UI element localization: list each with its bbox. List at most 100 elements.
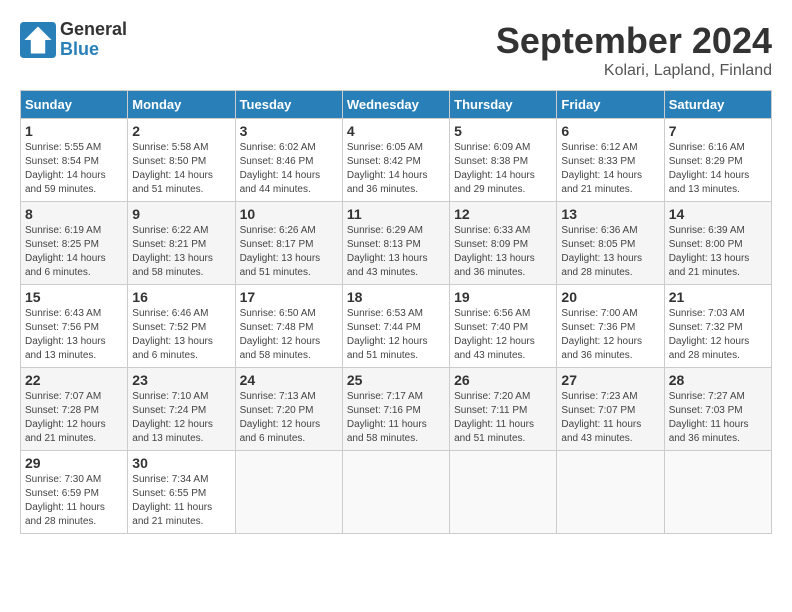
day-cell: 11Sunrise: 6:29 AMSunset: 8:13 PMDayligh…	[342, 202, 449, 285]
day-number: 12	[454, 206, 552, 222]
day-cell: 13 Sunrise: 6:36 AMSunset: 8:05 PMDayligh…	[557, 202, 664, 285]
day-info: Sunrise: 7:20 AMSunset: 7:11 PMDaylight:…	[454, 390, 552, 446]
day-cell: 29 Sunrise: 7:30 AMSunset: 6:59 PMDayligh…	[21, 451, 128, 534]
day-number: 30	[132, 455, 230, 471]
day-info: Sunrise: 6:26 AMSunset: 8:17 PMDaylight:…	[240, 224, 338, 280]
day-info: Sunrise: 6:56 AMSunset: 7:40 PMDaylight:…	[454, 307, 552, 363]
day-cell: 15 Sunrise: 6:43 AMSunset: 7:56 PMDayligh…	[21, 285, 128, 368]
calendar-header-row: SundayMondayTuesdayWednesdayThursdayFrid…	[21, 91, 772, 119]
day-number: 7	[669, 123, 767, 139]
day-cell: 16Sunrise: 6:46 AMSunset: 7:52 PMDayligh…	[128, 285, 235, 368]
day-of-week-header: Wednesday	[342, 91, 449, 119]
calendar-week-row: 1Sunrise: 5:55 AMSunset: 8:54 PMDaylight…	[21, 119, 772, 202]
day-number: 1	[25, 123, 123, 139]
day-cell: 3 Sunrise: 6:02 AMSunset: 8:46 PMDaylight…	[235, 119, 342, 202]
day-info: Sunrise: 6:53 AMSunset: 7:44 PMDaylight:…	[347, 307, 445, 363]
logo-icon	[20, 22, 56, 58]
day-info: Sunrise: 6:19 AMSunset: 8:25 PMDaylight:…	[25, 224, 123, 280]
calendar-week-row: 22 Sunrise: 7:07 AMSunset: 7:28 PMDayligh…	[21, 368, 772, 451]
day-info: Sunrise: 7:10 AMSunset: 7:24 PMDaylight:…	[132, 390, 230, 446]
day-of-week-header: Friday	[557, 91, 664, 119]
day-number: 15	[25, 289, 123, 305]
calendar-table: SundayMondayTuesdayWednesdayThursdayFrid…	[20, 90, 772, 534]
day-of-week-header: Monday	[128, 91, 235, 119]
day-number: 14	[669, 206, 767, 222]
day-cell: 19Sunrise: 6:56 AMSunset: 7:40 PMDayligh…	[450, 285, 557, 368]
day-cell: 6 Sunrise: 6:12 AMSunset: 8:33 PMDaylight…	[557, 119, 664, 202]
day-number: 29	[25, 455, 123, 471]
calendar-week-row: 15 Sunrise: 6:43 AMSunset: 7:56 PMDayligh…	[21, 285, 772, 368]
day-cell: 12 Sunrise: 6:33 AMSunset: 8:09 PMDayligh…	[450, 202, 557, 285]
day-info: Sunrise: 6:05 AMSunset: 8:42 PMDaylight:…	[347, 141, 445, 197]
empty-day-cell	[235, 451, 342, 534]
day-cell: 22 Sunrise: 7:07 AMSunset: 7:28 PMDayligh…	[21, 368, 128, 451]
day-info: Sunrise: 6:36 AMSunset: 8:05 PMDaylight:…	[561, 224, 659, 280]
logo-text: General Blue	[60, 20, 127, 60]
day-info: Sunrise: 7:07 AMSunset: 7:28 PMDaylight:…	[25, 390, 123, 446]
day-number: 17	[240, 289, 338, 305]
day-info: Sunrise: 6:12 AMSunset: 8:33 PMDaylight:…	[561, 141, 659, 197]
day-number: 23	[132, 372, 230, 388]
day-cell: 23 Sunrise: 7:10 AMSunset: 7:24 PMDayligh…	[128, 368, 235, 451]
day-cell: 8 Sunrise: 6:19 AMSunset: 8:25 PMDaylight…	[21, 202, 128, 285]
day-info: Sunrise: 7:00 AMSunset: 7:36 PMDaylight:…	[561, 307, 659, 363]
day-number: 4	[347, 123, 445, 139]
day-info: Sunrise: 7:30 AMSunset: 6:59 PMDaylight:…	[25, 473, 123, 529]
day-cell: 4 Sunrise: 6:05 AMSunset: 8:42 PMDaylight…	[342, 119, 449, 202]
day-number: 16	[132, 289, 230, 305]
day-info: Sunrise: 7:23 AMSunset: 7:07 PMDaylight:…	[561, 390, 659, 446]
day-info: Sunrise: 7:17 AMSunset: 7:16 PMDaylight:…	[347, 390, 445, 446]
day-cell: 20 Sunrise: 7:00 AMSunset: 7:36 PMDayligh…	[557, 285, 664, 368]
logo: General Blue	[20, 20, 127, 60]
day-info: Sunrise: 6:02 AMSunset: 8:46 PMDaylight:…	[240, 141, 338, 197]
day-number: 22	[25, 372, 123, 388]
day-cell: 24Sunrise: 7:13 AMSunset: 7:20 PMDayligh…	[235, 368, 342, 451]
day-number: 24	[240, 372, 338, 388]
day-cell: 27 Sunrise: 7:23 AMSunset: 7:07 PMDayligh…	[557, 368, 664, 451]
day-info: Sunrise: 7:27 AMSunset: 7:03 PMDaylight:…	[669, 390, 767, 446]
day-cell: 5Sunrise: 6:09 AMSunset: 8:38 PMDaylight…	[450, 119, 557, 202]
day-info: Sunrise: 5:58 AMSunset: 8:50 PMDaylight:…	[132, 141, 230, 197]
day-cell: 7 Sunrise: 6:16 AMSunset: 8:29 PMDaylight…	[664, 119, 771, 202]
day-info: Sunrise: 6:29 AMSunset: 8:13 PMDaylight:…	[347, 224, 445, 280]
day-cell: 10Sunrise: 6:26 AMSunset: 8:17 PMDayligh…	[235, 202, 342, 285]
day-number: 5	[454, 123, 552, 139]
day-number: 25	[347, 372, 445, 388]
day-number: 3	[240, 123, 338, 139]
day-info: Sunrise: 6:33 AMSunset: 8:09 PMDaylight:…	[454, 224, 552, 280]
empty-day-cell	[342, 451, 449, 534]
day-info: Sunrise: 6:50 AMSunset: 7:48 PMDaylight:…	[240, 307, 338, 363]
day-info: Sunrise: 6:16 AMSunset: 8:29 PMDaylight:…	[669, 141, 767, 197]
day-info: Sunrise: 6:43 AMSunset: 7:56 PMDaylight:…	[25, 307, 123, 363]
day-number: 6	[561, 123, 659, 139]
day-number: 21	[669, 289, 767, 305]
calendar-week-row: 8 Sunrise: 6:19 AMSunset: 8:25 PMDaylight…	[21, 202, 772, 285]
day-of-week-header: Tuesday	[235, 91, 342, 119]
day-cell: 1Sunrise: 5:55 AMSunset: 8:54 PMDaylight…	[21, 119, 128, 202]
day-cell: 17 Sunrise: 6:50 AMSunset: 7:48 PMDayligh…	[235, 285, 342, 368]
calendar-week-row: 29 Sunrise: 7:30 AMSunset: 6:59 PMDayligh…	[21, 451, 772, 534]
day-number: 28	[669, 372, 767, 388]
day-number: 9	[132, 206, 230, 222]
day-of-week-header: Sunday	[21, 91, 128, 119]
title-block: September 2024 Kolari, Lapland, Finland	[496, 20, 772, 80]
day-info: Sunrise: 7:34 AMSunset: 6:55 PMDaylight:…	[132, 473, 230, 529]
day-number: 13	[561, 206, 659, 222]
day-number: 2	[132, 123, 230, 139]
empty-day-cell	[450, 451, 557, 534]
location: Kolari, Lapland, Finland	[496, 62, 772, 80]
day-cell: 30 Sunrise: 7:34 AMSunset: 6:55 PMDayligh…	[128, 451, 235, 534]
day-of-week-header: Thursday	[450, 91, 557, 119]
day-number: 27	[561, 372, 659, 388]
day-cell: 21Sunrise: 7:03 AMSunset: 7:32 PMDayligh…	[664, 285, 771, 368]
day-info: Sunrise: 6:39 AMSunset: 8:00 PMDaylight:…	[669, 224, 767, 280]
empty-day-cell	[664, 451, 771, 534]
day-cell: 26Sunrise: 7:20 AMSunset: 7:11 PMDayligh…	[450, 368, 557, 451]
day-cell: 2 Sunrise: 5:58 AMSunset: 8:50 PMDaylight…	[128, 119, 235, 202]
day-cell: 28 Sunrise: 7:27 AMSunset: 7:03 PMDayligh…	[664, 368, 771, 451]
empty-day-cell	[557, 451, 664, 534]
day-number: 18	[347, 289, 445, 305]
month-title: September 2024	[496, 20, 772, 62]
day-number: 8	[25, 206, 123, 222]
day-number: 20	[561, 289, 659, 305]
